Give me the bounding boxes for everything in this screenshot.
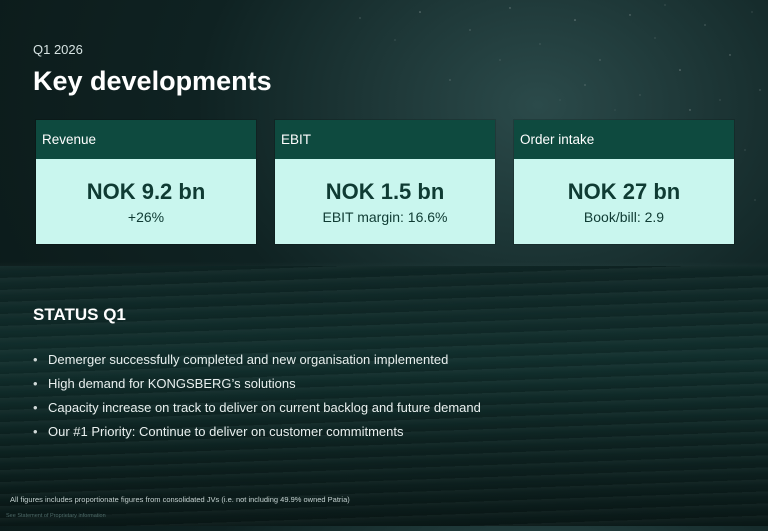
kpi-card-value: NOK 1.5 bn <box>325 178 445 204</box>
kpi-card-value: NOK 27 bn <box>567 178 681 204</box>
kpi-card-ebit: EBIT NOK 1.5 bn EBIT margin: 16.6% <box>275 120 495 244</box>
status-bullet-list: • Demerger successfully completed and new… <box>33 352 481 448</box>
bullet-icon: • <box>33 400 38 415</box>
kpi-card-revenue: Revenue NOK 9.2 bn +26% <box>36 120 256 244</box>
kpi-card-label: Order intake <box>514 120 734 159</box>
kpi-card-order-intake: Order intake NOK 27 bn Book/bill: 2.9 <box>514 120 734 244</box>
page-title: Key developments <box>33 66 272 96</box>
status-bullet: • High demand for KONGSBERG’s solutions <box>33 376 481 400</box>
status-bullet: • Our #1 Priority: Continue to deliver on… <box>33 424 481 448</box>
status-bullet: • Demerger successfully completed and new… <box>33 352 481 376</box>
kpi-card-sub: Book/bill: 2.9 <box>583 208 665 225</box>
kpi-card-value: NOK 9.2 bn <box>86 178 206 204</box>
bullet-icon: • <box>33 376 38 391</box>
bullet-icon: • <box>33 424 38 439</box>
footnote: All figures includes proportionate figur… <box>10 495 350 504</box>
quarter-label: Q1 2026 <box>33 42 83 57</box>
status-bullet-text: Capacity increase on track to deliver on… <box>48 400 481 415</box>
bullet-icon: • <box>33 352 38 367</box>
status-heading: STATUS Q1 <box>33 305 126 324</box>
kpi-card-sub: +26% <box>127 208 165 225</box>
status-bullet: • Capacity increase on track to deliver o… <box>33 400 481 424</box>
kpi-card-label: EBIT <box>275 120 495 159</box>
kpi-card-label: Revenue <box>36 120 256 159</box>
confidential-note: See Statement of Proprietary information <box>6 513 106 519</box>
kpi-card-sub: EBIT margin: 16.6% <box>322 208 448 225</box>
status-bullet-text: Demerger successfully completed and new … <box>48 352 449 367</box>
status-bullet-text: Our #1 Priority: Continue to deliver on … <box>48 424 404 439</box>
status-bullet-text: High demand for KONGSBERG’s solutions <box>48 376 296 391</box>
